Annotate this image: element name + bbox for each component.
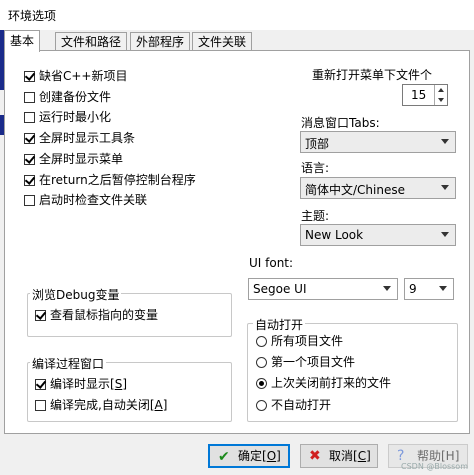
check-icon bbox=[35, 309, 47, 320]
close-icon: ✖ bbox=[309, 448, 321, 464]
checkbox[interactable] bbox=[24, 92, 35, 103]
chevron-down-icon bbox=[441, 139, 449, 144]
ok-button[interactable]: ✔ 确定[O] bbox=[208, 444, 290, 468]
option-pause-console[interactable]: 在return之后暂停控制台程序 bbox=[24, 172, 196, 188]
option-label: 编译时显示 bbox=[50, 377, 111, 391]
option-watch-mouse-variable[interactable]: 查看鼠标指向的变量 bbox=[35, 307, 158, 323]
radio-dot-icon bbox=[259, 381, 264, 386]
option-label: 缺省C++新项目 bbox=[39, 69, 128, 83]
option-auto-close-after-compile[interactable]: 编译完成,自动关闭[A] bbox=[35, 397, 167, 413]
select-value: 简体中文/Chinese bbox=[305, 183, 405, 197]
checkbox[interactable] bbox=[24, 174, 36, 186]
message-tabs-select[interactable]: 顶部 bbox=[300, 131, 456, 153]
hotkey: S bbox=[114, 377, 123, 391]
check-icon bbox=[24, 174, 36, 185]
option-label: 查看鼠标指向的变量 bbox=[50, 308, 159, 322]
option-fullscreen-menu[interactable]: 全屏时显示菜单 bbox=[24, 151, 123, 167]
radio-label: 所有项目文件 bbox=[271, 334, 344, 348]
radio-all-project-files[interactable]: 所有项目文件 bbox=[256, 333, 343, 349]
checkbox[interactable] bbox=[35, 378, 47, 390]
cancel-label: 取消 bbox=[329, 449, 354, 463]
checkmark-icon: ✔ bbox=[218, 449, 230, 465]
cancel-button[interactable]: ✖ 取消[C] bbox=[300, 444, 378, 468]
checkbox[interactable] bbox=[24, 112, 35, 123]
check-icon bbox=[24, 132, 36, 143]
theme-select[interactable]: New Look bbox=[300, 224, 456, 246]
spinner-value: 15 bbox=[411, 88, 427, 102]
select-value: Segoe UI bbox=[253, 282, 307, 296]
environment-options-dialog: 环境选项 基本 文件和路径 外部程序 文件关联 缺省C++新项目 创建备份文件 … bbox=[0, 0, 474, 475]
chevron-down-icon bbox=[439, 286, 447, 291]
option-fullscreen-toolbar[interactable]: 全屏时显示工具条 bbox=[24, 130, 135, 146]
check-icon bbox=[24, 153, 36, 164]
select-value: 顶部 bbox=[305, 137, 330, 151]
radio-circle[interactable] bbox=[256, 378, 267, 389]
ui-font-size-select[interactable]: 9 bbox=[404, 278, 454, 300]
chevron-down-icon bbox=[441, 185, 449, 190]
window-title: 环境选项 bbox=[8, 9, 57, 23]
ui-font-select[interactable]: Segoe UI bbox=[248, 278, 398, 300]
option-label: 创建备份文件 bbox=[39, 90, 112, 104]
ok-label: 确定 bbox=[238, 449, 263, 463]
radio-circle[interactable] bbox=[256, 357, 267, 368]
select-value: New Look bbox=[305, 228, 364, 242]
radio-circle[interactable] bbox=[256, 336, 267, 347]
radio-no-auto-open[interactable]: 不自动打开 bbox=[256, 397, 331, 413]
checkbox[interactable] bbox=[24, 132, 36, 144]
select-value: 9 bbox=[409, 282, 417, 296]
compile-group-title: 编译过程窗口 bbox=[30, 355, 107, 372]
hotkey: C bbox=[357, 449, 367, 463]
check-icon bbox=[24, 70, 36, 81]
reopen-count-label: 重新打开菜单下文件个 bbox=[312, 68, 433, 82]
button-label: 取消[C] bbox=[329, 449, 371, 463]
hotkey: O bbox=[266, 449, 277, 463]
option-check-associations[interactable]: 启动时检查文件关联 bbox=[24, 192, 147, 208]
radio-label: 上次关闭前打来的文件 bbox=[271, 376, 392, 390]
checkbox[interactable] bbox=[24, 153, 36, 165]
auto-open-group-title: 自动打开 bbox=[253, 316, 306, 333]
option-label: 在return之后暂停控制台程序 bbox=[39, 173, 196, 187]
debug-group-title: 浏览Debug变量 bbox=[30, 286, 122, 303]
reopen-count-spinner[interactable]: 15 bbox=[402, 84, 448, 106]
spin-down-icon[interactable] bbox=[434, 95, 447, 105]
option-label: 编译完成,自动关闭 bbox=[50, 398, 150, 412]
checkbox[interactable] bbox=[24, 195, 35, 206]
option-label: 全屏时显示菜单 bbox=[39, 152, 124, 166]
option-label: 全屏时显示工具条 bbox=[39, 131, 136, 145]
tab-file-associations[interactable]: 文件关联 bbox=[192, 32, 253, 51]
option-minimize-on-run[interactable]: 运行时最小化 bbox=[24, 109, 111, 125]
tab-files-paths[interactable]: 文件和路径 bbox=[55, 32, 128, 51]
background-window-edge bbox=[0, 115, 4, 135]
language-select[interactable]: 简体中文/Chinese bbox=[300, 177, 456, 199]
option-default-cpp-project[interactable]: 缺省C++新项目 bbox=[24, 68, 128, 84]
checkbox[interactable] bbox=[24, 70, 36, 82]
radio-last-opened-files[interactable]: 上次关闭前打来的文件 bbox=[256, 375, 391, 391]
checkbox[interactable] bbox=[35, 309, 47, 321]
option-create-backup[interactable]: 创建备份文件 bbox=[24, 89, 111, 105]
chevron-down-icon bbox=[441, 232, 449, 237]
option-label: 启动时检查文件关联 bbox=[39, 193, 148, 207]
language-label: 语言: bbox=[301, 161, 330, 175]
spin-up-icon[interactable] bbox=[434, 85, 447, 95]
radio-label: 不自动打开 bbox=[271, 398, 332, 412]
message-tabs-label: 消息窗口Tabs: bbox=[301, 116, 380, 130]
tab-basic[interactable]: 基本 bbox=[4, 30, 41, 52]
title-bar: 环境选项 bbox=[0, 0, 474, 30]
check-icon bbox=[35, 378, 47, 389]
button-label: 确定[O] bbox=[238, 449, 281, 463]
radio-first-project-file[interactable]: 第一个项目文件 bbox=[256, 354, 355, 370]
help-icon: ? bbox=[397, 448, 405, 464]
radio-circle[interactable] bbox=[256, 400, 267, 411]
theme-label: 主题: bbox=[301, 209, 330, 223]
option-show-when-compiling[interactable]: 编译时显示[S] bbox=[35, 376, 127, 392]
ui-font-label: UI font: bbox=[249, 256, 294, 270]
tab-external-programs[interactable]: 外部程序 bbox=[130, 32, 191, 51]
checkbox[interactable] bbox=[35, 400, 46, 411]
chevron-down-icon bbox=[383, 286, 391, 291]
watermark: CSDN @Blossom bbox=[401, 462, 468, 471]
option-label: 运行时最小化 bbox=[39, 110, 112, 124]
hotkey: A bbox=[154, 398, 163, 412]
radio-label: 第一个项目文件 bbox=[271, 355, 356, 369]
